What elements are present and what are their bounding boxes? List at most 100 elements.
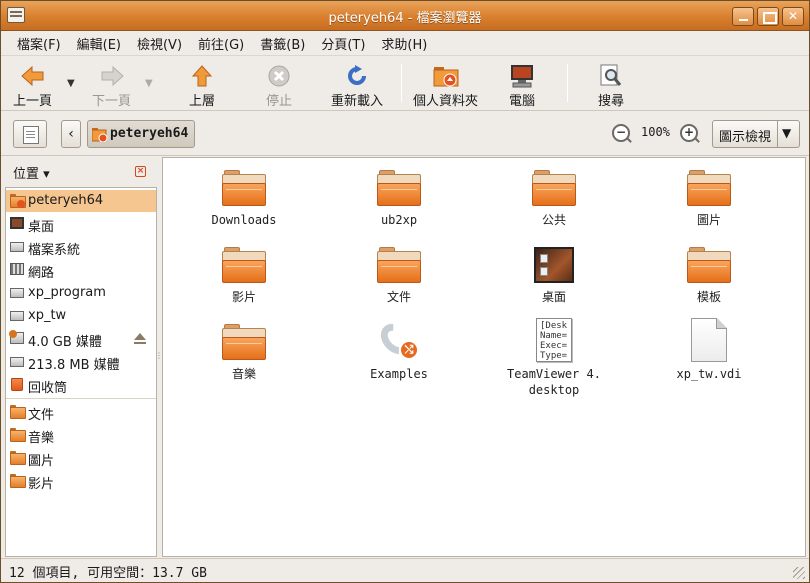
file-name: Examples <box>370 367 428 381</box>
reload-label: 重新載入 <box>331 94 384 109</box>
title-bar[interactable]: peteryeh64 - 檔案瀏覽器 <box>1 1 809 31</box>
folder-icon <box>222 247 266 283</box>
resize-grip[interactable] <box>793 567 805 579</box>
file-item[interactable]: 影片 <box>169 247 319 305</box>
reload-button[interactable]: 重新載入 <box>331 64 383 109</box>
menu-bookmarks[interactable]: 書籤(B) <box>252 31 313 54</box>
close-sidebar-icon[interactable]: × <box>135 166 146 177</box>
back-history-dropdown-icon[interactable]: ▼ <box>67 78 75 89</box>
sidebar-item-label: 影片 <box>28 477 55 492</box>
drive-icon <box>10 242 24 252</box>
search-button[interactable]: 搜尋 <box>598 64 624 109</box>
drive-icon <box>10 357 24 367</box>
file-view[interactable]: Downloads ub2xp 公共 圖片 影片 文件 桌面 模板 音樂 ⤭ E… <box>162 157 806 557</box>
forward-label: 下一頁 <box>92 94 132 109</box>
search-icon <box>598 64 624 88</box>
stop-button[interactable]: 停止 <box>266 64 292 109</box>
folder-icon <box>10 428 26 442</box>
menu-file[interactable]: 檔案(F) <box>9 31 69 54</box>
sidebar-item-label: 檔案系統 <box>28 243 81 258</box>
toggle-location-entry-button[interactable] <box>13 120 47 148</box>
folder-icon <box>10 451 26 465</box>
sidebar-item-desktop[interactable]: 桌面 <box>6 213 156 235</box>
folder-icon <box>687 247 731 283</box>
zoom-out-icon[interactable]: − <box>612 124 630 142</box>
path-segment-button[interactable]: peteryeh64 <box>87 120 195 148</box>
sidebar-item-pictures[interactable]: 圖片 <box>6 447 156 469</box>
up-button[interactable]: 上層 <box>189 64 215 109</box>
desktop-icon <box>10 217 24 229</box>
sidebar-header[interactable]: 位置 ▾ × <box>5 157 157 185</box>
eject-icon[interactable] <box>134 333 146 344</box>
back-button[interactable]: 上一頁 <box>13 64 52 109</box>
folder-icon <box>532 170 576 206</box>
sidebar-title[interactable]: 位置 ▾ <box>13 163 50 182</box>
window-title: peteryeh64 - 檔案瀏覽器 <box>328 11 482 26</box>
sidebar-item-label: 213.8 MB 媒體 <box>28 358 120 373</box>
menu-go[interactable]: 前往(G) <box>190 31 252 54</box>
home-folder-icon <box>433 64 459 88</box>
drive-icon <box>10 311 24 321</box>
menu-help[interactable]: 求助(H) <box>373 31 435 54</box>
maximize-button[interactable] <box>757 7 779 26</box>
sidebar-item-label: 圖片 <box>28 454 55 469</box>
path-scroll-left-button[interactable]: ‹ <box>61 120 81 148</box>
sidebar-item-label: peteryeh64 <box>28 193 104 208</box>
home-button[interactable]: 個人資料夾 <box>413 64 478 109</box>
folder-icon <box>10 474 26 488</box>
usb-media-icon <box>9 330 24 344</box>
file-item[interactable]: xp_tw.vdi <box>634 318 784 382</box>
sidebar-item-network[interactable]: 網路 <box>6 259 156 281</box>
symlink-icon: ⤭ <box>374 317 419 362</box>
view-mode-select[interactable]: 圖示檢視 ▼ <box>712 120 800 148</box>
file-item[interactable]: 模板 <box>634 247 784 305</box>
view-mode-label: 圖示檢視 <box>719 130 772 145</box>
file-item[interactable]: 桌面 <box>479 247 629 305</box>
file-item[interactable]: Downloads <box>169 170 319 228</box>
sidebar-item-media[interactable]: 213.8 MB 媒體 <box>6 351 156 373</box>
sidebar-divider <box>6 398 156 399</box>
file-item[interactable]: ub2xp <box>324 170 474 228</box>
sidebar-item-label: 網路 <box>28 266 55 281</box>
sidebar-item-music[interactable]: 音樂 <box>6 424 156 446</box>
folder-icon <box>687 170 731 206</box>
sidebar-item-filesystem[interactable]: 檔案系統 <box>6 236 156 258</box>
sidebar-item-trash[interactable]: 回收筒 <box>6 374 156 396</box>
edit-location-icon <box>23 126 39 144</box>
forward-button[interactable]: 下一頁 <box>92 64 131 109</box>
select-divider <box>777 121 778 147</box>
file-item[interactable]: 文件 <box>324 247 474 305</box>
file-item[interactable]: 公共 <box>479 170 629 228</box>
search-label: 搜尋 <box>598 94 625 109</box>
file-item[interactable]: 音樂 <box>169 324 319 382</box>
file-item[interactable]: ⤭ Examples <box>324 317 474 382</box>
menu-tabs[interactable]: 分頁(T) <box>313 31 373 54</box>
computer-button[interactable]: 電腦 <box>509 64 535 109</box>
file-icon <box>691 318 727 362</box>
home-folder-icon <box>10 194 26 208</box>
file-browser-window: peteryeh64 - 檔案瀏覽器 檔案(F) 編輯(E) 檢視(V) 前往(… <box>0 0 810 583</box>
sidebar-item-documents[interactable]: 文件 <box>6 401 156 423</box>
file-item[interactable]: [Desk Name= Exec= Type= TeamViewer 4. de… <box>479 318 629 398</box>
file-name: ub2xp <box>380 213 418 227</box>
sidebar-item-label: 桌面 <box>28 220 55 235</box>
zoom-in-icon[interactable]: + <box>680 124 698 142</box>
location-bar: ‹ peteryeh64 − 100% + 圖示檢視 ▼ <box>1 112 809 156</box>
status-text: 12 個項目, 可用空間：13.7 GB <box>9 566 207 581</box>
file-name: 文件 <box>386 290 411 304</box>
sidebar-item-xp-program[interactable]: xp_program <box>6 282 156 304</box>
sidebar-item-videos[interactable]: 影片 <box>6 470 156 492</box>
close-button[interactable] <box>782 7 804 26</box>
status-bar: 12 個項目, 可用空間：13.7 GB <box>1 558 809 582</box>
sidebar-item-xp-tw[interactable]: xp_tw <box>6 305 156 327</box>
drive-icon <box>10 288 24 298</box>
up-arrow-icon <box>189 64 215 88</box>
sidebar-item-home[interactable]: peteryeh64 <box>6 190 156 212</box>
forward-history-dropdown-icon[interactable]: ▼ <box>145 78 153 89</box>
menu-view[interactable]: 檢視(V) <box>129 31 190 54</box>
menu-edit[interactable]: 編輯(E) <box>69 31 129 54</box>
file-name: 圖片 <box>696 213 721 227</box>
sidebar-item-usb-media[interactable]: 4.0 GB 媒體 <box>6 328 156 350</box>
file-item[interactable]: 圖片 <box>634 170 784 228</box>
minimize-button[interactable] <box>732 7 754 26</box>
